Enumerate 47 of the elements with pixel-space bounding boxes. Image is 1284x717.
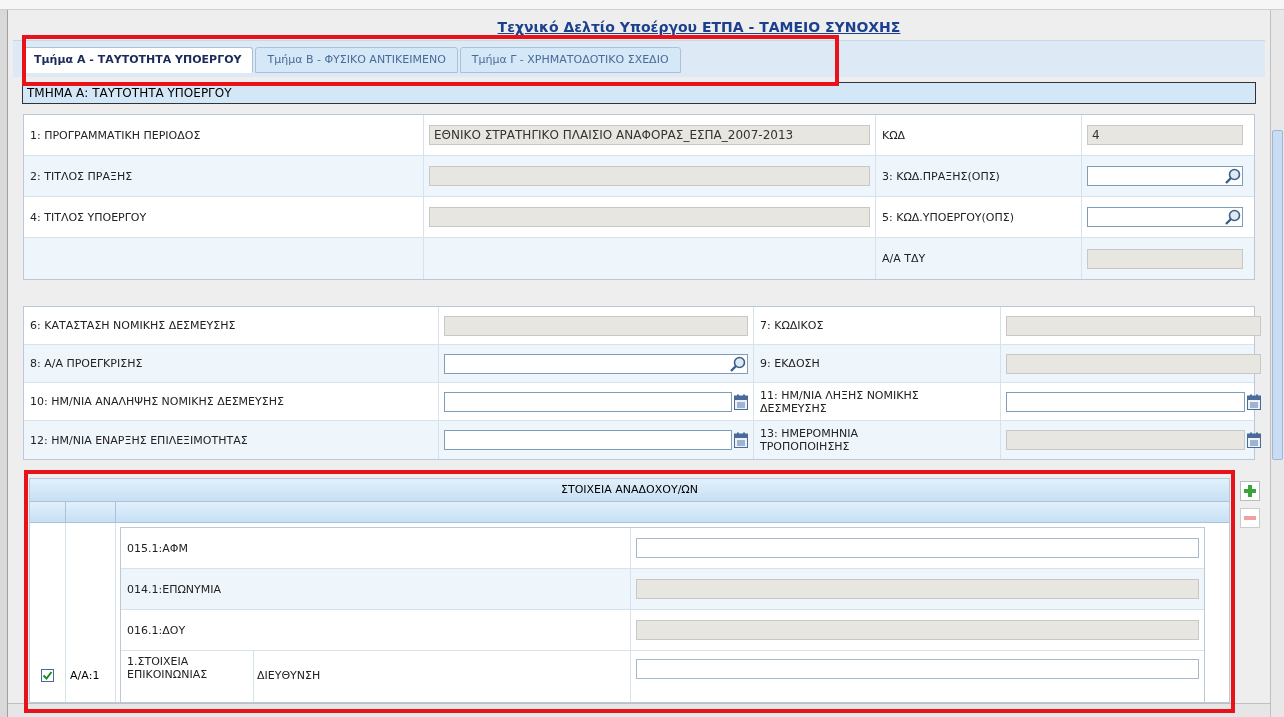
date-field[interactable] (444, 430, 732, 450)
field-label: 2: ΤΙΤΛΟΣ ΠΡΑΞΗΣ (30, 169, 133, 183)
lookup-field[interactable] (444, 353, 748, 374)
field-label: 016.1:ΔΟΥ (127, 623, 186, 637)
lookup-field[interactable] (1087, 166, 1243, 186)
date-field[interactable] (444, 391, 732, 412)
field-label: Α/Α ΤΔΥ (882, 252, 926, 265)
calendar-icon[interactable] (1247, 432, 1261, 448)
table-header: ΣΤΟΙΧΕΙΑ ΑΝΑΔΟΧΟΥ/ΩΝ (30, 479, 1229, 502)
field-label: 014.1:ΕΠΩΝΥΜΙΑ (127, 582, 222, 596)
field-label: 11: ΗΜ/ΝΙΑ ΛΗΞΗΣ ΝΟΜΙΚΗΣ ΔΕΣΜΕΥΣΗΣ (760, 388, 920, 415)
date-field[interactable] (1006, 430, 1245, 450)
field-label: 12: ΗΜ/ΝΙΑ ΕΝΑΡΞΗΣ ΕΠΙΛΕΞΙΜΟΤΗΤΑΣ (30, 433, 248, 447)
input-field[interactable] (636, 659, 1199, 679)
field-label: 3: ΚΩΔ.ΠΡΑΞΗΣ(ΟΠΣ) (882, 169, 1000, 183)
field-label: 10: ΗΜ/ΝΙΑ ΑΝΑΛΗΨΗΣ ΝΟΜΙΚΗΣ ΔΕΣΜΕΥΣΗΣ (30, 395, 284, 408)
field-label: 6: ΚΑΤΑΣΤΑΣΗ ΝΟΜΙΚΗΣ ΔΕΣΜΕΥΣΗΣ (30, 319, 236, 332)
field-label: 015.1:ΑΦΜ (127, 541, 188, 555)
lookup-field[interactable] (1087, 207, 1243, 227)
calendar-icon[interactable] (734, 393, 748, 410)
vertical-scrollbar[interactable] (1270, 10, 1284, 717)
field-label: 8: Α/Α ΠΡΟΕΓΚΡΙΣΗΣ (30, 357, 143, 370)
disabled-field: 4 (1087, 125, 1243, 145)
disabled-field: ΕΘΝΙΚΟ ΣΤΡΑΤΗΓΙΚΟ ΠΛΑΙΣΙΟ ΑΝΑΦΟΡΑΣ_ΕΣΠΑ_2007-2013 (429, 125, 870, 145)
search-icon[interactable] (729, 354, 747, 373)
calendar-icon[interactable] (734, 432, 748, 448)
row-number: Α/Α:1 (70, 667, 100, 684)
field-label: ΔΙΕΥΘΥΝΣΗ (257, 668, 321, 682)
field-label: 1.ΣΤΟΙΧΕΙΑ ΕΠΙΚΟΙΝΩΝΙΑΣ (127, 655, 209, 681)
page-title: Τεχνικό Δελτίο Υποέργου ΕΤΠΑ - ΤΑΜΕΙΟ ΣΥΝΟΧΗΣ (497, 19, 901, 35)
field-label: 13: ΗΜΕΡΟΜΗΝΙΑ ΤΡΟΠΟΠΟΙΗΣΗΣ (760, 427, 859, 453)
tab[interactable]: Τμήμα Β - ΦΥΣΙΚΟ ΑΝΤΙΚΕΙΜΕΝΟ (255, 47, 458, 73)
field-label: 4: ΤΙΤΛΟΣ ΥΠΟΕΡΓΟΥ (30, 210, 147, 224)
input-field[interactable] (636, 538, 1199, 558)
field-label: 7: ΚΩΔΙΚΟΣ (760, 319, 824, 332)
checkbox[interactable] (41, 669, 54, 682)
calendar-icon[interactable] (1247, 393, 1261, 410)
field-label: 1: ΠΡΟΓΡΑΜΜΑΤΙΚΗ ΠΕΡΙΟΔΟΣ (30, 128, 201, 142)
search-icon[interactable] (1224, 208, 1242, 226)
field-label: 9: ΕΚΔΟΣΗ (760, 357, 820, 370)
search-icon[interactable] (1224, 167, 1242, 185)
add-icon[interactable] (1240, 481, 1260, 501)
remove-icon[interactable] (1240, 508, 1260, 528)
date-field[interactable] (1006, 391, 1245, 412)
field-label: ΚΩΔ (882, 128, 906, 142)
field-label: 5: ΚΩΔ.ΥΠΟΕΡΓΟΥ(ΟΠΣ) (882, 210, 1015, 224)
tab[interactable]: Τμήμα Γ - ΧΡΗΜΑΤΟΔΟΤΙΚΟ ΣΧΕΔΙΟ (459, 47, 681, 73)
